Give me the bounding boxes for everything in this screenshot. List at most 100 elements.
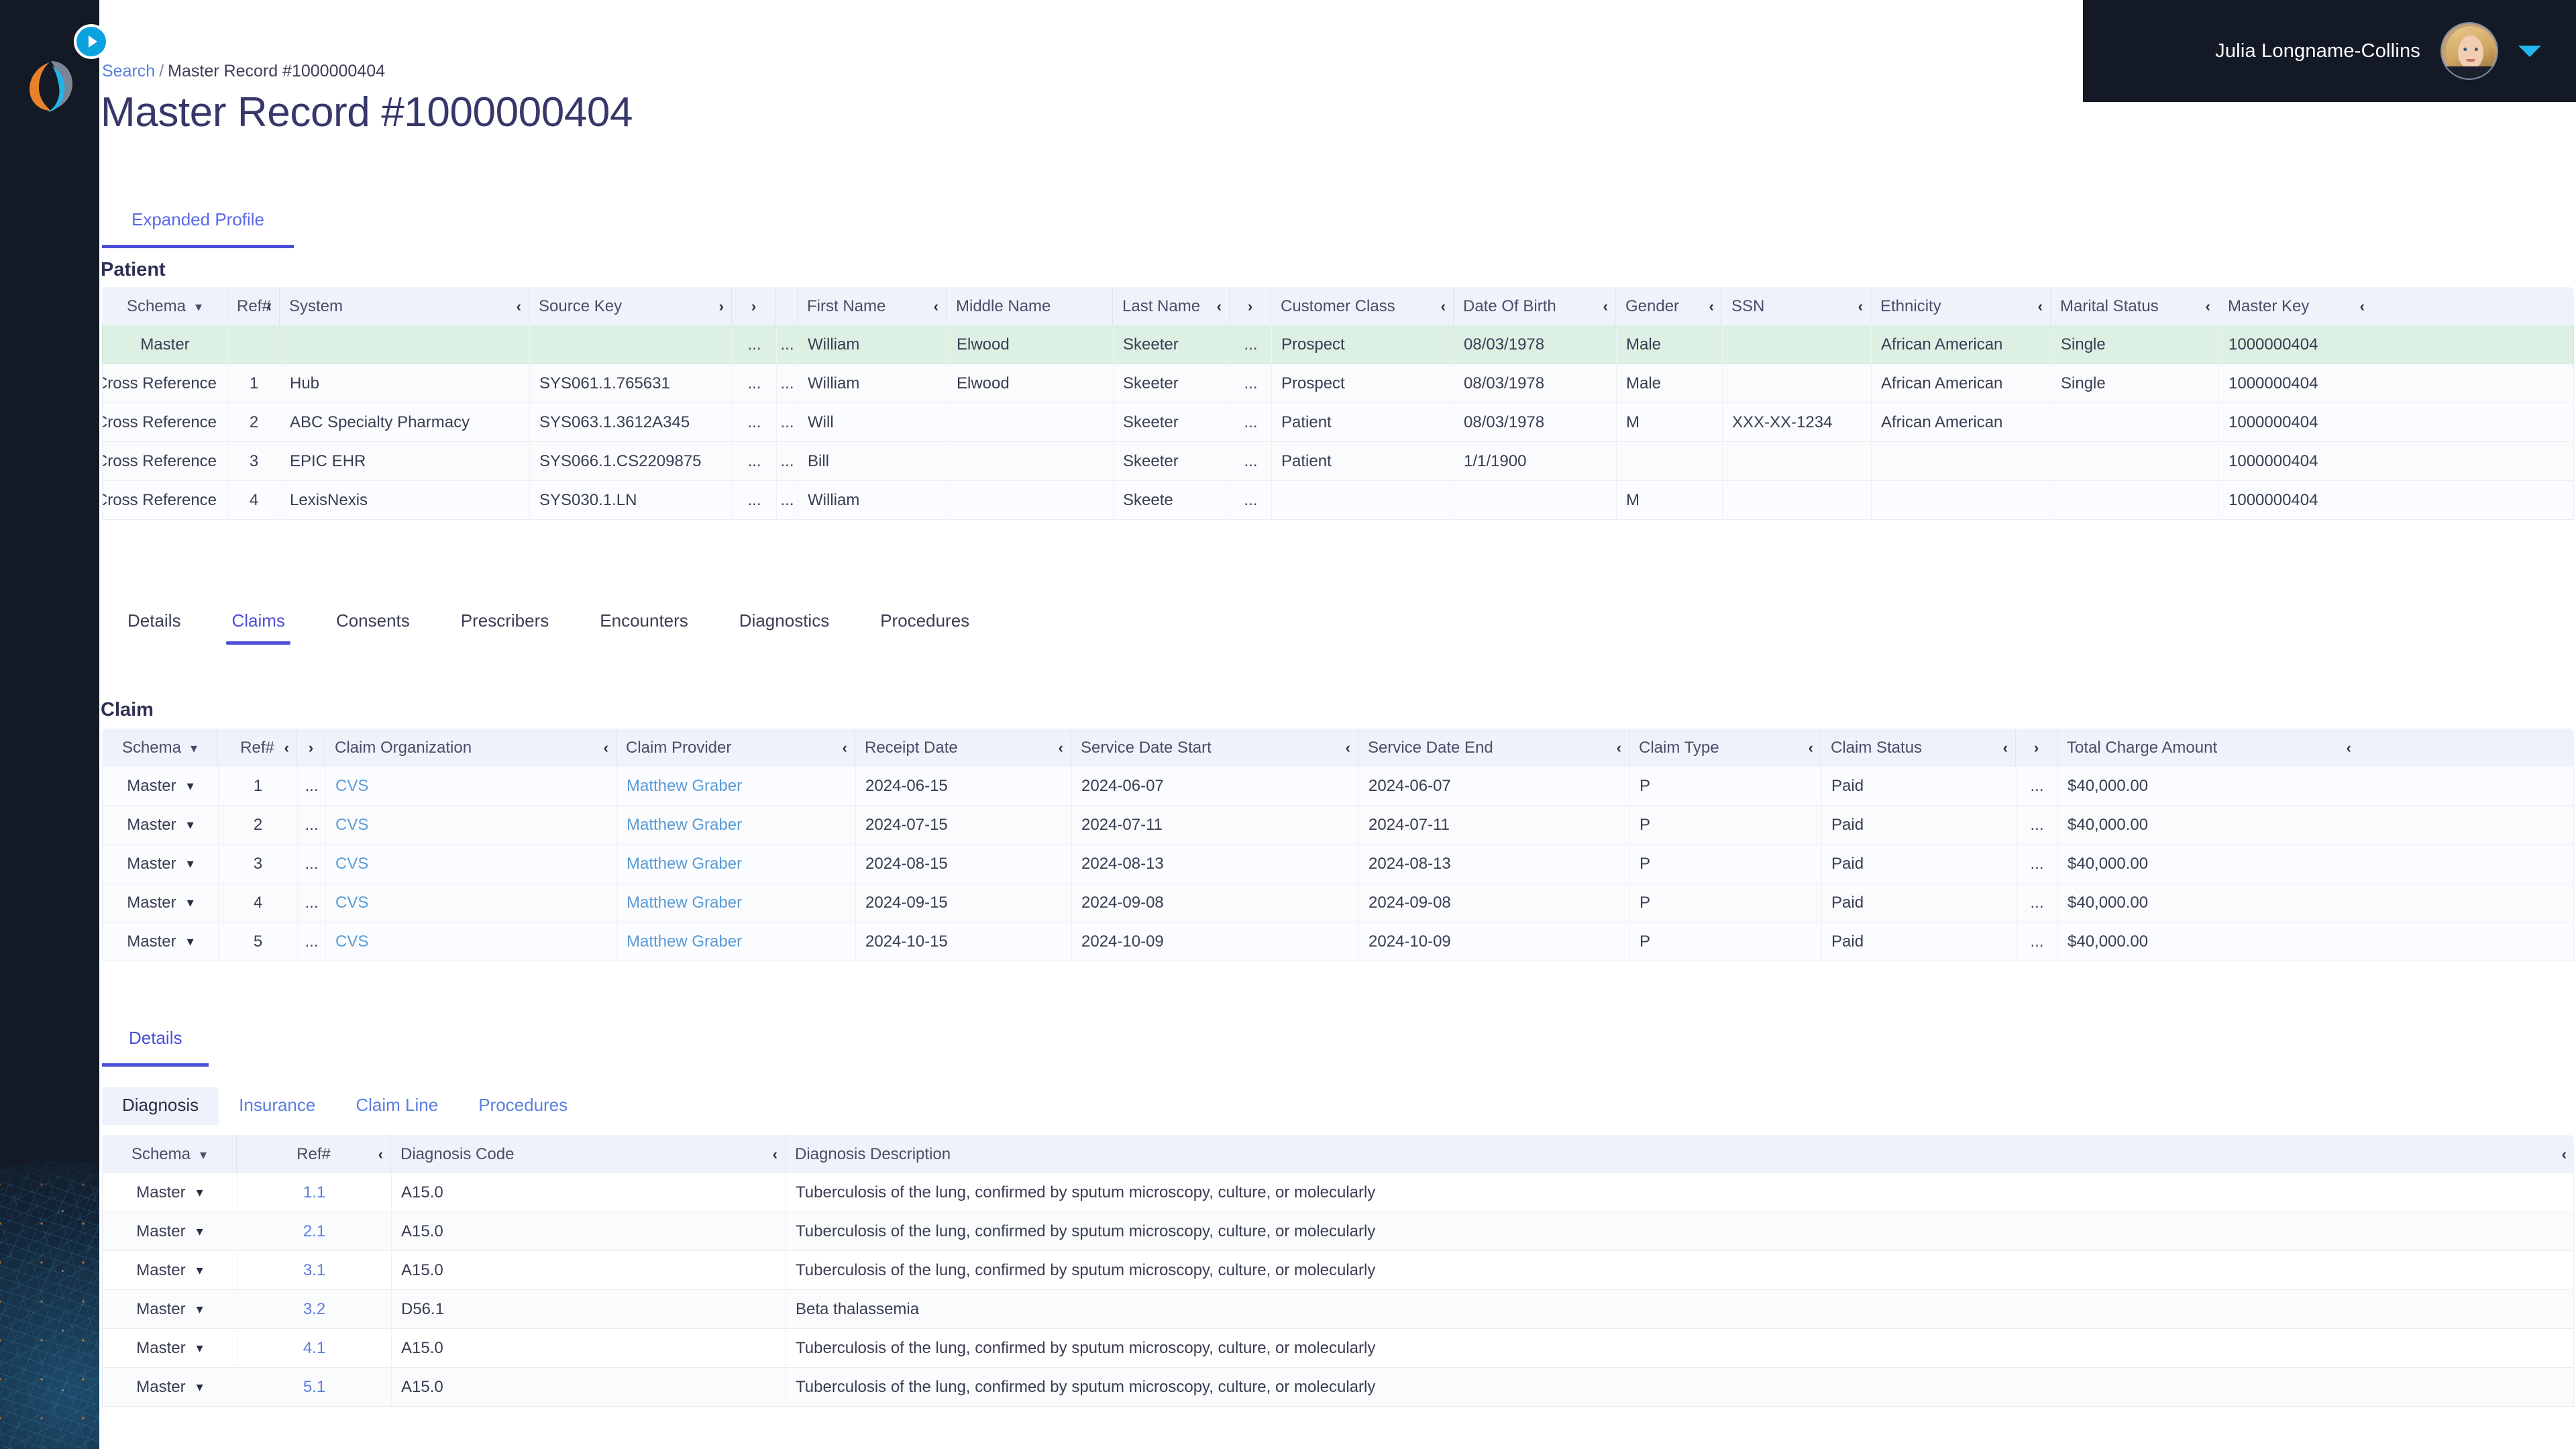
scroll-right-icon[interactable]: › xyxy=(1239,287,1261,325)
cell-ref[interactable]: 5.1 xyxy=(237,1368,391,1406)
subtab-insurance[interactable]: Insurance xyxy=(219,1087,335,1125)
tab-claims[interactable]: Claims xyxy=(206,610,310,645)
cell-claim-organization[interactable]: CVS xyxy=(325,845,616,883)
scroll-left-icon[interactable]: ‹ xyxy=(2038,287,2043,325)
column-header-system[interactable]: System ‹ xyxy=(279,287,529,325)
chevron-down-icon[interactable]: ▾ xyxy=(197,1184,203,1201)
table-row[interactable]: Master ▾ 3.1 A15.0 Tuberculosis of the lung,… xyxy=(102,1251,2574,1290)
column-header-spacer[interactable]: › xyxy=(2015,729,2057,767)
scroll-left-icon[interactable]: ‹ xyxy=(267,287,272,325)
column-header-diagnosis-description[interactable]: Diagnosis Description ‹ xyxy=(785,1135,2574,1173)
scroll-left-icon[interactable]: ‹ xyxy=(843,729,847,767)
chevron-down-icon[interactable]: ▾ xyxy=(187,816,194,833)
cell-claim-organization[interactable]: CVS xyxy=(325,806,616,844)
tab-diagnostics[interactable]: Diagnostics xyxy=(714,610,855,645)
column-header-ethnicity[interactable]: Ethnicity ‹ xyxy=(1870,287,2050,325)
scroll-right-icon[interactable]: › xyxy=(307,729,315,767)
cell-claim-organization[interactable]: CVS xyxy=(325,883,616,922)
column-header-service-date-end[interactable]: Service Date End ‹ xyxy=(1358,729,1629,767)
column-header-marital-status[interactable]: Marital Status ‹ xyxy=(2050,287,2218,325)
table-row[interactable]: Master ▾ 5.1 A15.0 Tuberculosis of the lung,… xyxy=(102,1368,2574,1407)
scroll-left-icon[interactable]: ‹ xyxy=(1709,287,1714,325)
avatar[interactable] xyxy=(2440,22,2498,80)
table-row[interactable]: Master ▾ 2.1 A15.0 Tuberculosis of the lung,… xyxy=(102,1212,2574,1251)
expand-sidebar-button[interactable] xyxy=(74,24,109,59)
column-header-receipt-date[interactable]: Receipt Date ‹ xyxy=(855,729,1071,767)
column-header-middle-name[interactable]: Middle Name xyxy=(946,287,1112,325)
chevron-down-icon[interactable]: ▾ xyxy=(200,1148,207,1163)
chevron-down-icon[interactable]: ▾ xyxy=(187,933,194,950)
scroll-right-icon[interactable]: › xyxy=(719,287,724,325)
cell-claim-provider[interactable]: Matthew Graber xyxy=(616,845,855,883)
scroll-left-icon[interactable]: ‹ xyxy=(2347,729,2351,767)
scroll-left-icon[interactable]: ‹ xyxy=(1809,729,1813,767)
table-row[interactable]: Master ▾ 3.2 D56.1 Beta thalassemia xyxy=(102,1290,2574,1329)
column-header-gender[interactable]: Gender ‹ xyxy=(1615,287,1721,325)
subtab-procedures[interactable]: Procedures xyxy=(458,1087,588,1125)
chevron-down-icon[interactable]: ▾ xyxy=(187,894,194,911)
scroll-left-icon[interactable]: ‹ xyxy=(517,287,521,325)
cell-ref[interactable]: 4.1 xyxy=(237,1329,391,1367)
table-row[interactable]: Cross Reference▾ 1 Hub SYS061.1.765631.....… xyxy=(102,364,2574,403)
scroll-left-icon[interactable]: ‹ xyxy=(1346,729,1350,767)
table-row[interactable]: Master ▾ 5... CVS Matthew Graber 2024-10-15 20… xyxy=(102,922,2574,961)
chevron-down-icon[interactable]: ▾ xyxy=(195,300,202,315)
table-row[interactable]: Cross Reference▾ 3 EPIC EHR SYS066.1.CS2209… xyxy=(102,442,2574,481)
caret-down-icon[interactable] xyxy=(2518,45,2541,57)
cell-claim-provider[interactable]: Matthew Graber xyxy=(616,767,855,805)
tab-encounters[interactable]: Encounters xyxy=(574,610,714,645)
cell-claim-provider[interactable]: Matthew Graber xyxy=(616,922,855,961)
chevron-down-icon[interactable]: ▾ xyxy=(187,855,194,872)
column-header-total-charge-amount[interactable]: Total Charge Amount ‹ xyxy=(2057,729,2359,767)
table-row[interactable]: Master ▾ 4.1 A15.0 Tuberculosis of the lung,… xyxy=(102,1329,2574,1368)
chevron-down-icon[interactable]: ▾ xyxy=(197,1301,203,1318)
scroll-left-icon[interactable]: ‹ xyxy=(2003,729,2008,767)
table-row[interactable]: Master ▾ 3... CVS Matthew Graber 2024-08-15 20… xyxy=(102,845,2574,883)
column-header-ref[interactable]: Ref# ‹ xyxy=(236,1135,390,1173)
column-header-ssn[interactable]: SSN ‹ xyxy=(1721,287,1870,325)
table-row[interactable]: Cross Reference▾ 4 LexisNexis SYS030.1.LN..… xyxy=(102,481,2574,520)
subtab-diagnosis[interactable]: Diagnosis xyxy=(102,1087,219,1125)
table-row[interactable]: Master...... William Elwood Skeeter... Prosp… xyxy=(102,325,2574,364)
column-header-customer-class[interactable]: Customer Class ‹ xyxy=(1271,287,1453,325)
scroll-left-icon[interactable]: ‹ xyxy=(1217,287,1222,325)
scroll-left-icon[interactable]: ‹ xyxy=(1603,287,1608,325)
column-header-ref[interactable]: Ref# ‹ xyxy=(227,287,279,325)
table-row[interactable]: Cross Reference▾ 2 ABC Specialty Pharmacy S… xyxy=(102,403,2574,442)
chevron-down-icon[interactable]: ▾ xyxy=(197,1379,203,1395)
column-header-date-of-birth[interactable]: Date Of Birth ‹ xyxy=(1453,287,1615,325)
scroll-left-icon[interactable]: ‹ xyxy=(2562,1135,2567,1173)
scroll-left-icon[interactable]: ‹ xyxy=(1059,729,1063,767)
tab-consents[interactable]: Consents xyxy=(311,610,435,645)
tab-procedures[interactable]: Procedures xyxy=(855,610,995,645)
column-header-spacer[interactable]: › xyxy=(1229,287,1271,325)
tab-expanded-profile[interactable]: Expanded Profile xyxy=(102,209,294,248)
scroll-left-icon[interactable]: ‹ xyxy=(1617,729,1621,767)
scroll-left-icon[interactable]: ‹ xyxy=(378,1135,383,1173)
cell-ref[interactable]: 3.2 xyxy=(237,1290,391,1328)
column-header-spacer[interactable]: › xyxy=(731,287,775,325)
cell-claim-provider[interactable]: Matthew Graber xyxy=(616,806,855,844)
column-header-schema[interactable]: Schema ▾ xyxy=(102,1135,236,1173)
scroll-right-icon[interactable]: › xyxy=(741,287,766,325)
column-header-claim-provider[interactable]: Claim Provider ‹ xyxy=(616,729,855,767)
column-header-ref[interactable]: Ref# ‹ xyxy=(217,729,297,767)
column-header-service-date-start[interactable]: Service Date Start ‹ xyxy=(1071,729,1358,767)
column-header-claim-status[interactable]: Claim Status ‹ xyxy=(1821,729,2015,767)
column-header-last-name[interactable]: Last Name ‹ xyxy=(1112,287,1229,325)
chevron-down-icon[interactable]: ▾ xyxy=(197,1340,203,1356)
cell-ref[interactable]: 1.1 xyxy=(237,1173,391,1212)
scroll-left-icon[interactable]: ‹ xyxy=(934,287,938,325)
chevron-down-icon[interactable]: ▾ xyxy=(197,1262,203,1279)
scroll-left-icon[interactable]: ‹ xyxy=(2360,287,2365,325)
cell-ref[interactable]: 2.1 xyxy=(237,1212,391,1250)
subtab-claim-line[interactable]: Claim Line xyxy=(335,1087,458,1125)
scroll-right-icon[interactable]: › xyxy=(2025,729,2047,767)
table-row[interactable]: Master ▾ 1... CVS Matthew Graber 2024-06-15 20… xyxy=(102,767,2574,806)
breadcrumb-search-link[interactable]: Search xyxy=(102,62,155,80)
tab-prescribers[interactable]: Prescribers xyxy=(435,610,574,645)
column-header-master-key[interactable]: Master Key ‹ xyxy=(2218,287,2372,325)
cell-claim-organization[interactable]: CVS xyxy=(325,767,616,805)
chevron-down-icon[interactable]: ▾ xyxy=(191,741,197,756)
cell-claim-organization[interactable]: CVS xyxy=(325,922,616,961)
